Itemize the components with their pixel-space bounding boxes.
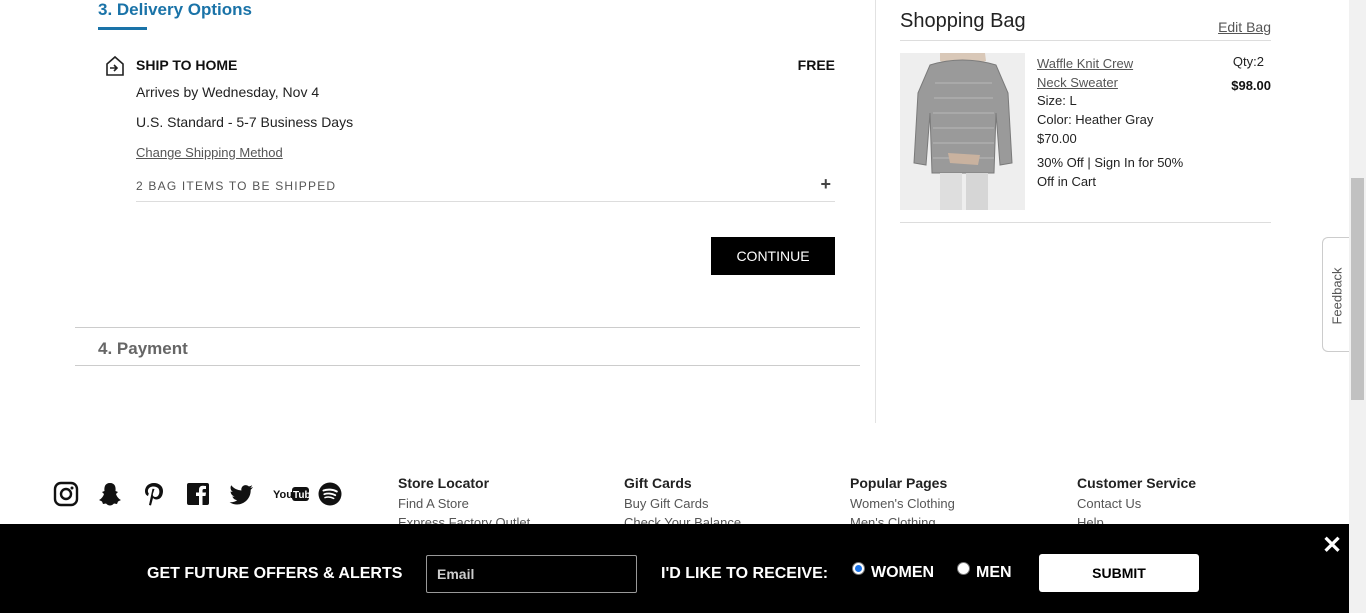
payment-step-title: 4. Payment: [98, 339, 188, 358]
footer-link[interactable]: Women's Clothing: [850, 494, 955, 513]
continue-button[interactable]: CONTINUE: [711, 237, 835, 275]
product-price: $70.00: [1037, 131, 1077, 146]
divider: [900, 40, 1271, 41]
line-total: $98.00: [1231, 78, 1271, 93]
delivery-step-title: 3. Delivery Options: [98, 0, 252, 19]
footer-heading[interactable]: Customer Service: [1077, 475, 1196, 491]
women-radio-label[interactable]: WOMEN: [871, 564, 934, 582]
scrollbar-thumb[interactable]: [1351, 178, 1364, 400]
edit-bag-link[interactable]: Edit Bag: [1218, 19, 1271, 35]
product-color: Color: Heather Gray: [1037, 112, 1154, 127]
bag-items-label: 2 BAG ITEMS TO BE SHIPPED: [136, 179, 337, 193]
footer-heading[interactable]: Popular Pages: [850, 475, 955, 491]
product-name-link[interactable]: Waffle Knit Crew Neck Sweater: [1037, 54, 1157, 92]
ship-to-home-label: SHIP TO HOME: [136, 57, 238, 73]
twitter-icon[interactable]: [229, 480, 273, 508]
footer-link[interactable]: Contact Us: [1077, 494, 1196, 513]
footer-heading[interactable]: Gift Cards: [624, 475, 741, 491]
receive-label: I'D LIKE TO RECEIVE:: [661, 565, 829, 582]
product-image[interactable]: [900, 53, 1025, 210]
shopping-bag-title: Shopping Bag: [900, 10, 1026, 32]
divider: [900, 222, 1271, 223]
step-underline: [98, 27, 147, 30]
footer-link[interactable]: Find A Store: [398, 494, 530, 513]
pinterest-icon[interactable]: [141, 480, 185, 508]
svg-text:You: You: [273, 489, 293, 501]
youtube-icon[interactable]: YouTube: [273, 480, 317, 508]
product-quantity: Qty:2: [1232, 54, 1264, 69]
change-shipping-method-link[interactable]: Change Shipping Method: [136, 145, 283, 160]
product-size: Size: L: [1037, 93, 1077, 108]
social-links: YouTube: [53, 480, 361, 508]
instagram-icon[interactable]: [53, 480, 97, 508]
snapchat-icon[interactable]: [97, 480, 141, 508]
women-radio[interactable]: [852, 562, 865, 575]
product-promo: 30% Off | Sign In for 50% Off in Cart: [1037, 155, 1184, 189]
payment-step[interactable]: 4. Payment: [75, 327, 860, 366]
column-divider: [875, 0, 876, 423]
footer-heading[interactable]: Store Locator: [398, 475, 530, 491]
email-signup-bar: GET FUTURE OFFERS & ALERTS I'D LIKE TO R…: [0, 524, 1349, 613]
feedback-label: Feedback: [1329, 267, 1345, 325]
submit-button[interactable]: SUBMIT: [1039, 554, 1199, 592]
shipping-price: FREE: [797, 57, 835, 73]
svg-text:Tube: Tube: [293, 490, 309, 501]
spotify-icon[interactable]: [317, 480, 361, 508]
men-radio-label[interactable]: MEN: [976, 564, 1012, 582]
feedback-tab[interactable]: Feedback: [1322, 237, 1350, 352]
arrival-date: Arrives by Wednesday, Nov 4: [136, 84, 320, 100]
email-input[interactable]: [426, 555, 637, 593]
shipping-method: U.S. Standard - 5-7 Business Days: [136, 114, 354, 130]
ship-to-home-icon: [104, 55, 126, 77]
close-icon[interactable]: ✕: [1322, 534, 1342, 558]
footer-link[interactable]: Buy Gift Cards: [624, 494, 741, 513]
men-radio[interactable]: [957, 562, 970, 575]
scrollbar[interactable]: [1349, 0, 1366, 613]
bag-items-toggle[interactable]: 2 BAG ITEMS TO BE SHIPPED +: [136, 174, 835, 202]
offers-heading: GET FUTURE OFFERS & ALERTS: [147, 565, 403, 582]
plus-icon[interactable]: +: [820, 174, 831, 195]
facebook-icon[interactable]: [185, 480, 229, 508]
